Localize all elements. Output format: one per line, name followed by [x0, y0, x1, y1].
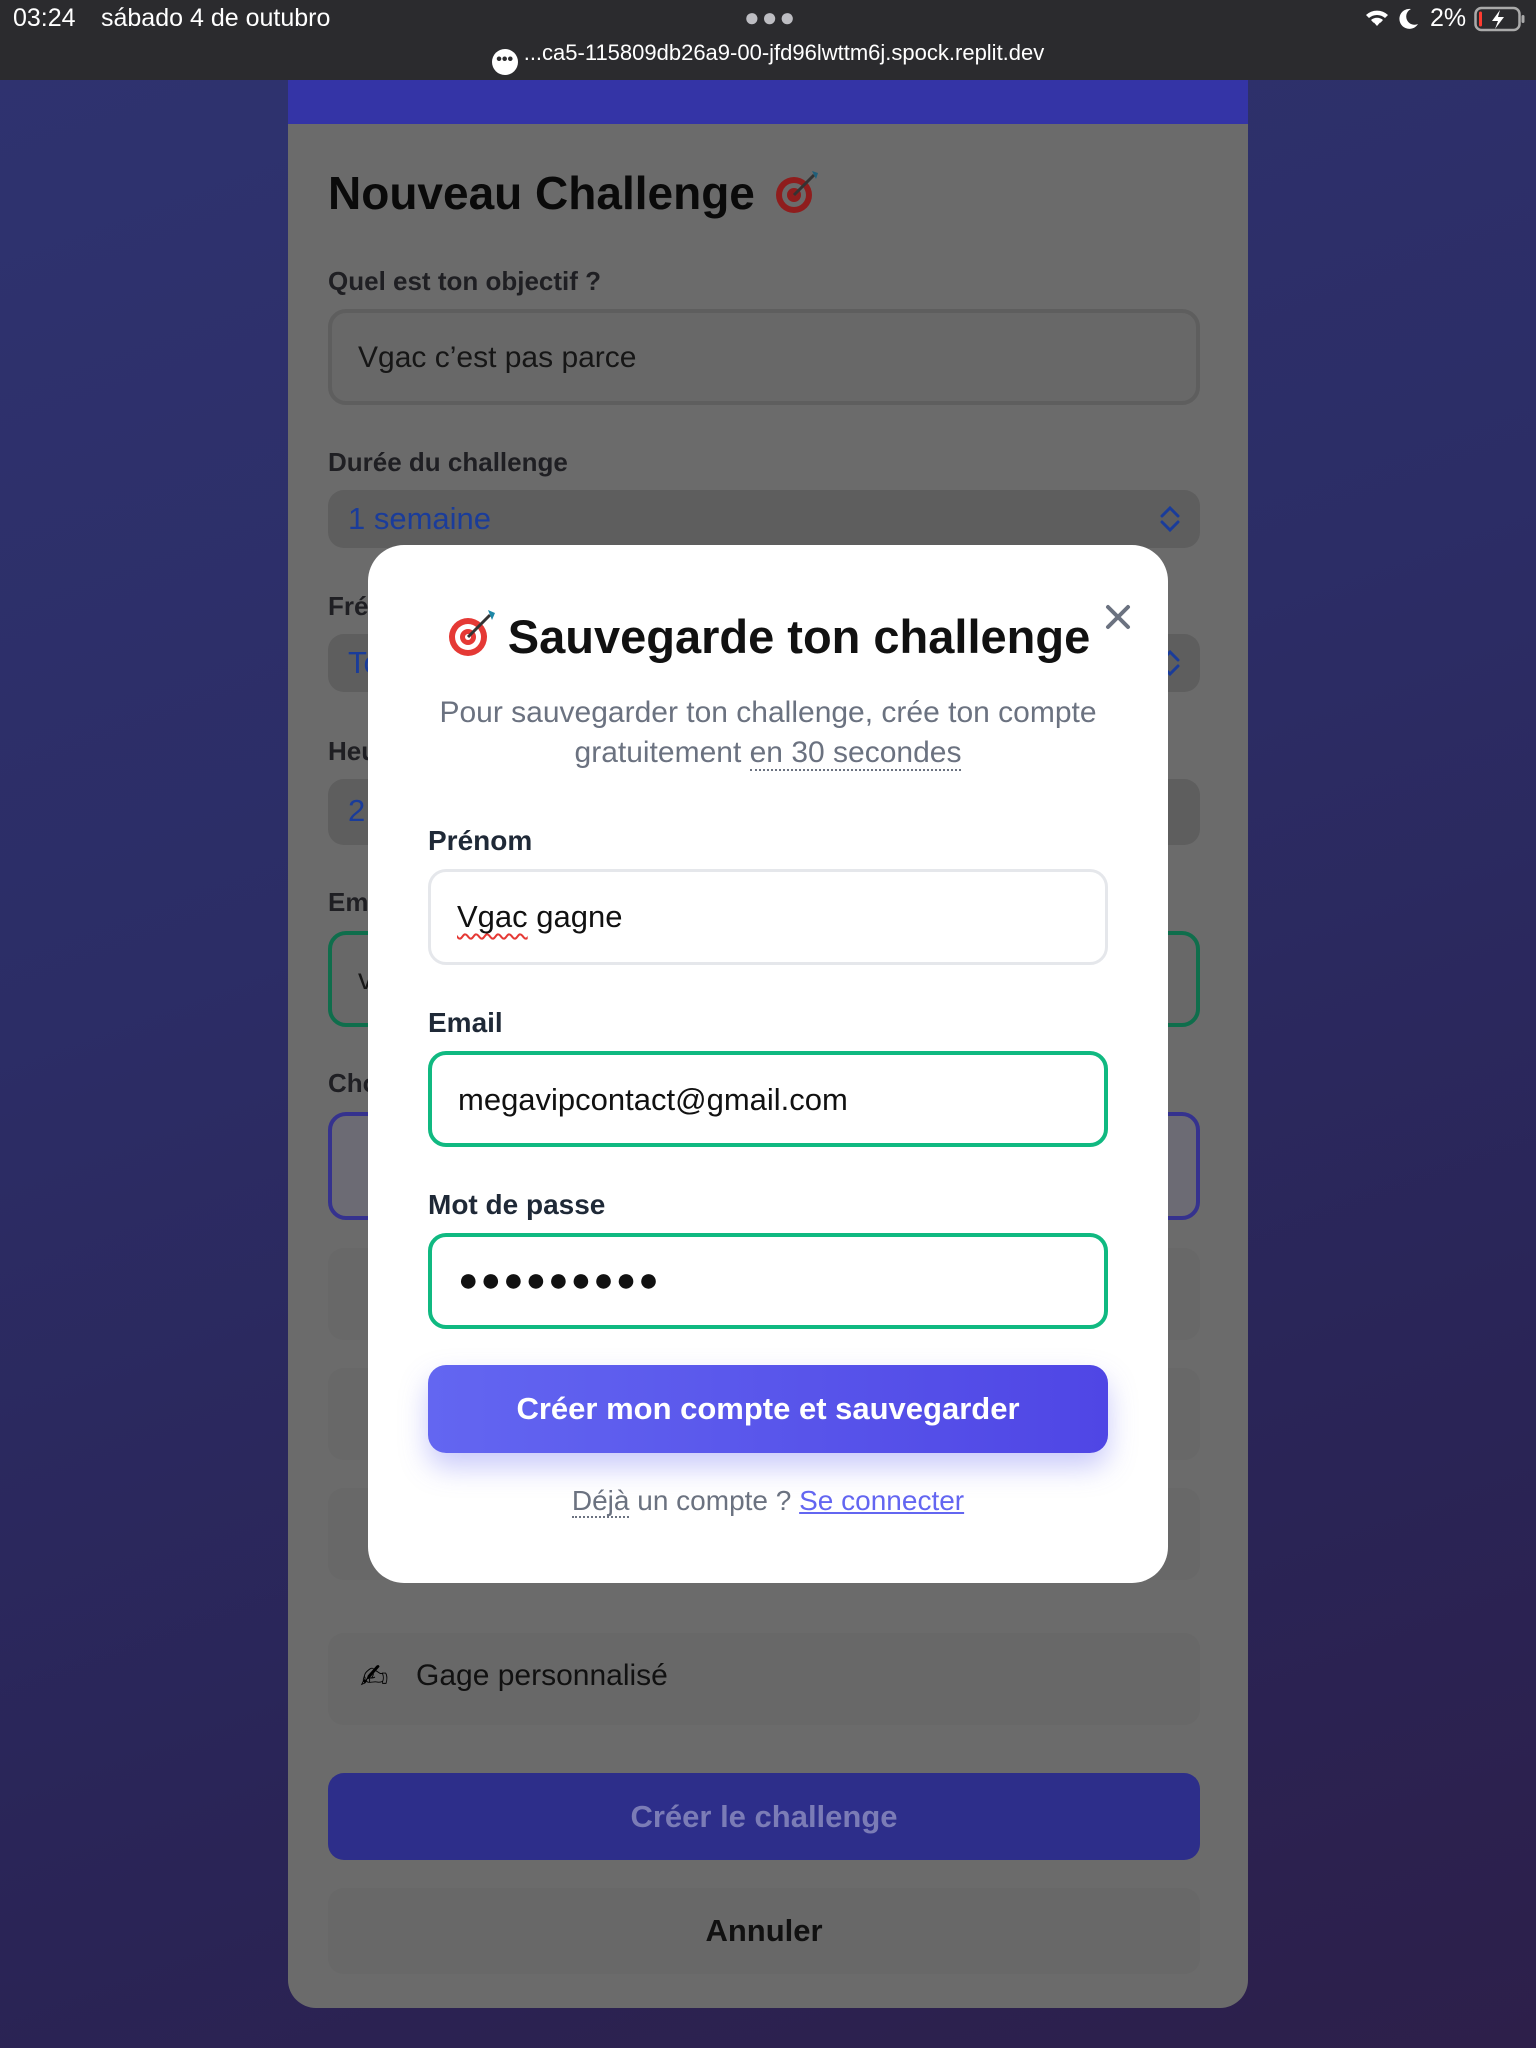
- modal-title: Sauvegarde ton challenge: [368, 607, 1168, 664]
- password-input[interactable]: ●●●●●●●●●: [428, 1233, 1108, 1329]
- target-icon: [448, 610, 495, 656]
- site-settings-icon[interactable]: •••: [491, 49, 518, 75]
- target-icon: [775, 171, 818, 213]
- firstname-input[interactable]: Vgac gagne: [428, 869, 1108, 965]
- create-account-button[interactable]: Créer mon compte et sauvegarder: [428, 1365, 1108, 1453]
- login-prompt: Déjà un compte ? Se connecter: [571, 1485, 965, 1518]
- url-text: ...ca5-115809db26a9-00-jfd96lwttm6j.spoc…: [523, 40, 1045, 65]
- duration-label: Durée du challenge: [328, 447, 568, 477]
- status-time: 03:24: [13, 4, 76, 32]
- login-link[interactable]: Se connecter: [799, 1485, 964, 1516]
- modal-subtitle: Pour sauvegarder ton challenge, crée ton…: [439, 696, 1097, 771]
- wifi-icon: [1366, 10, 1388, 26]
- battery-percent: 2%: [1430, 4, 1467, 32]
- firstname-label: Prénom: [428, 825, 533, 856]
- password-label: Mot de passe: [428, 1189, 606, 1220]
- email-input[interactable]: megavipcontact@gmail.com: [428, 1051, 1108, 1147]
- email-label: Em: [328, 887, 369, 917]
- writing-hand-icon: ✍: [360, 1658, 389, 1696]
- objective-input[interactable]: Vgac c’est pas parce: [328, 309, 1200, 405]
- address-bar[interactable]: ••• ...ca5-115809db26a9-00-jfd96lwttm6j.s…: [0, 40, 1536, 75]
- card-header-bar: [288, 80, 1248, 124]
- page-title: Nouveau Challenge: [328, 166, 822, 220]
- signup-modal: Sauvegarde ton challenge Pour sauvegarde…: [368, 545, 1168, 1583]
- cancel-button[interactable]: Annuler: [328, 1888, 1200, 1974]
- duration-select[interactable]: 1 semaine: [328, 490, 1200, 548]
- moon-icon: [1399, 8, 1418, 29]
- status-date: sábado 4 de outubro: [101, 4, 331, 32]
- email-label: Email: [428, 1007, 503, 1038]
- create-challenge-button[interactable]: Créer le challenge: [328, 1773, 1200, 1860]
- status-bar: 03:24 sábado 4 de outubro ●●● 2% ••• ...c…: [0, 0, 1536, 80]
- custom-pledge-option[interactable]: ✍ Gage personnalisé: [328, 1633, 1200, 1725]
- more-dots-icon[interactable]: ●●●: [744, 2, 797, 33]
- battery-icon: [1474, 6, 1525, 32]
- objective-label: Quel est ton objectif ?: [328, 266, 602, 296]
- frequency-label: Fré: [328, 591, 369, 621]
- chevron-updown-icon: [1160, 505, 1180, 533]
